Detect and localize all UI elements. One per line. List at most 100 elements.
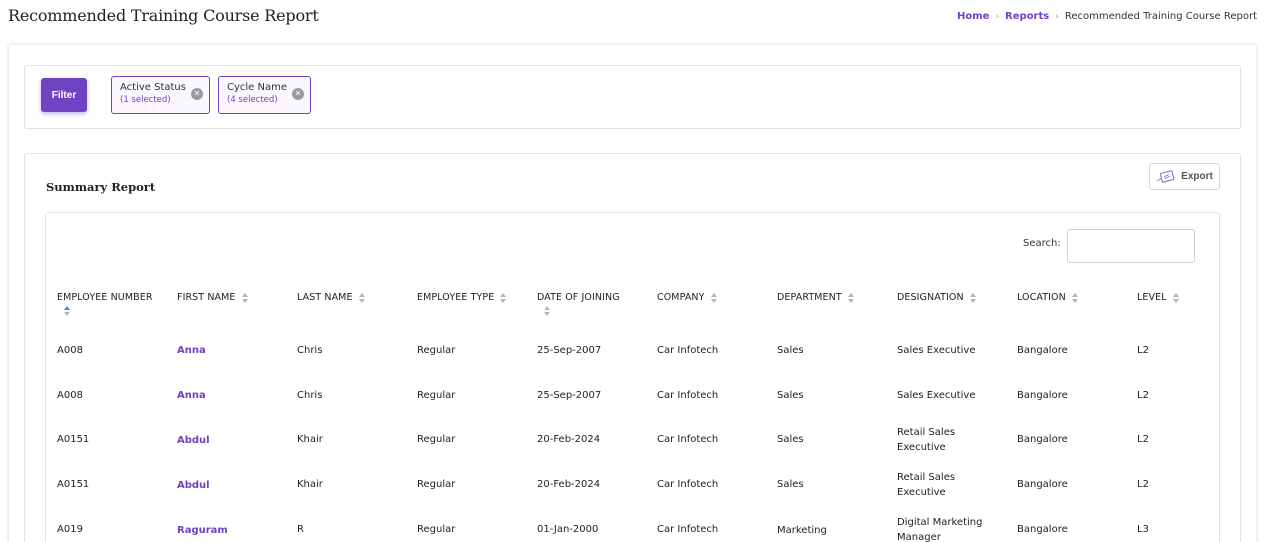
cell-employee-type: Regular: [417, 434, 456, 445]
sort-ascending-icon[interactable]: [64, 306, 70, 316]
export-label: Export: [1181, 171, 1213, 182]
column-header-label: EMPLOYEE NUMBER: [57, 292, 153, 303]
cell-designation: Digital Marketing Manager: [897, 517, 983, 542]
cell-department: Sales: [777, 479, 804, 490]
column-header-location[interactable]: LOCATION: [1017, 292, 1078, 303]
cell-last-name: Khair: [297, 434, 323, 445]
sort-icon[interactable]: [1172, 292, 1179, 303]
cell-last-name: Chris: [297, 390, 323, 401]
search-label: Search:: [1023, 238, 1061, 249]
cell-company: Car Infotech: [657, 345, 719, 356]
column-header-designation[interactable]: DESIGNATION: [897, 292, 976, 303]
cell-employee-number: A0151: [57, 434, 90, 445]
breadcrumb-reports-link[interactable]: Reports: [1005, 11, 1049, 22]
breadcrumb: Home › Reports › Recommended Training Co…: [957, 11, 1257, 22]
column-header-last-name[interactable]: LAST NAME: [297, 292, 365, 303]
cell-company: Car Infotech: [657, 390, 719, 401]
cell-date-of-joining: 25-Sep-2007: [537, 390, 602, 401]
cell-first-name-link[interactable]: Abdul: [177, 478, 210, 493]
cell-level: L2: [1137, 345, 1149, 356]
cell-company: Car Infotech: [657, 524, 719, 535]
cell-employee-number: A008: [57, 345, 83, 356]
sort-icon[interactable]: [847, 292, 854, 303]
cell-department: Sales: [777, 345, 804, 356]
breadcrumb-current: Recommended Training Course Report: [1064, 11, 1257, 22]
column-header-label: LAST NAME: [297, 292, 353, 303]
cell-date-of-joining: 25-Sep-2007: [537, 345, 602, 356]
cell-employee-number: A008: [57, 390, 83, 401]
cell-designation: Retail Sales Executive: [897, 472, 956, 498]
cell-designation: Retail Sales Executive: [897, 427, 956, 453]
cell-department: Marketing: [777, 525, 827, 536]
column-header-employee-type[interactable]: EMPLOYEE TYPE: [417, 292, 507, 303]
sort-icon[interactable]: [544, 306, 550, 316]
cell-location: Bangalore: [1017, 390, 1068, 401]
cell-level: L2: [1137, 434, 1149, 445]
cell-designation: Sales Executive: [897, 390, 976, 401]
export-file-icon: [1156, 169, 1175, 183]
cell-employee-type: Regular: [417, 390, 456, 401]
column-header-employee-number[interactable]: EMPLOYEE NUMBER: [57, 292, 153, 316]
cell-last-name: Chris: [297, 345, 323, 356]
cell-department: Sales: [777, 390, 804, 401]
filter-chip-active-status[interactable]: Active Status (1 selected) ✕: [111, 76, 210, 114]
export-button[interactable]: Export: [1149, 163, 1220, 190]
column-header-label: DEPARTMENT: [777, 292, 842, 303]
cell-location: Bangalore: [1017, 479, 1068, 490]
cell-designation: Sales Executive: [897, 345, 976, 356]
sort-icon[interactable]: [710, 292, 717, 303]
cell-employee-number: A0151: [57, 479, 90, 490]
cell-company: Car Infotech: [657, 434, 719, 445]
sort-icon[interactable]: [241, 292, 248, 303]
chevron-right-icon: ›: [1055, 11, 1059, 22]
column-header-label: LOCATION: [1017, 292, 1066, 303]
cell-date-of-joining: 01-Jan-2000: [537, 524, 599, 535]
column-header-department[interactable]: DEPARTMENT: [777, 292, 854, 303]
cell-level: L3: [1137, 524, 1149, 535]
sort-icon[interactable]: [358, 292, 365, 303]
report-title: Summary Report: [46, 180, 156, 194]
table-row: A0151 Abdul Khair Regular 20-Feb-2024 Ca…: [57, 425, 1227, 469]
cell-employee-number: A019: [57, 524, 83, 535]
chevron-right-icon: ›: [995, 11, 1000, 22]
column-header-date-of-joining[interactable]: DATE OF JOINING: [537, 292, 620, 316]
cell-level: L2: [1137, 390, 1149, 401]
cell-last-name: Khair: [297, 479, 323, 490]
sort-icon[interactable]: [969, 292, 976, 303]
table-row: A008 Anna Chris Regular 25-Sep-2007 Car …: [57, 343, 1227, 387]
chip-title: Active Status: [120, 82, 186, 93]
cell-first-name-link[interactable]: Abdul: [177, 433, 210, 448]
cell-location: Bangalore: [1017, 345, 1068, 356]
cell-employee-type: Regular: [417, 524, 456, 535]
column-header-first-name[interactable]: FIRST NAME: [177, 292, 248, 303]
cell-company: Car Infotech: [657, 479, 719, 490]
sort-icon[interactable]: [500, 292, 507, 303]
filter-button[interactable]: Filter: [41, 78, 87, 112]
sort-icon[interactable]: [1071, 292, 1078, 303]
search-input[interactable]: [1067, 229, 1195, 263]
close-circle-icon[interactable]: ✕: [191, 88, 203, 100]
column-header-company[interactable]: COMPANY: [657, 292, 717, 303]
page-title: Recommended Training Course Report: [8, 6, 319, 25]
cell-date-of-joining: 20-Feb-2024: [537, 479, 601, 490]
column-header-label: DATE OF JOINING: [537, 292, 620, 303]
cell-first-name-link[interactable]: Raguram: [177, 523, 228, 538]
column-header-level[interactable]: LEVEL: [1137, 292, 1179, 303]
cell-last-name: R: [297, 524, 304, 535]
column-header-label: EMPLOYEE TYPE: [417, 292, 495, 303]
cell-location: Bangalore: [1017, 524, 1068, 535]
cell-location: Bangalore: [1017, 434, 1068, 445]
chip-selected-count: (4 selected): [227, 95, 278, 105]
cell-first-name-link[interactable]: Anna: [177, 343, 206, 358]
breadcrumb-home-link[interactable]: Home: [957, 11, 989, 22]
cell-date-of-joining: 20-Feb-2024: [537, 434, 601, 445]
cell-department: Sales: [777, 434, 804, 445]
column-header-label: FIRST NAME: [177, 292, 236, 303]
filter-chip-cycle-name[interactable]: Cycle Name (4 selected) ✕: [218, 76, 311, 114]
table-header: EMPLOYEE NUMBER FIRST NAME LAST NAME EMP…: [57, 292, 1227, 322]
column-header-label: DESIGNATION: [897, 292, 964, 303]
cell-first-name-link[interactable]: Anna: [177, 388, 206, 403]
column-header-label: COMPANY: [657, 292, 705, 303]
cell-employee-type: Regular: [417, 345, 456, 356]
close-circle-icon[interactable]: ✕: [292, 88, 304, 100]
